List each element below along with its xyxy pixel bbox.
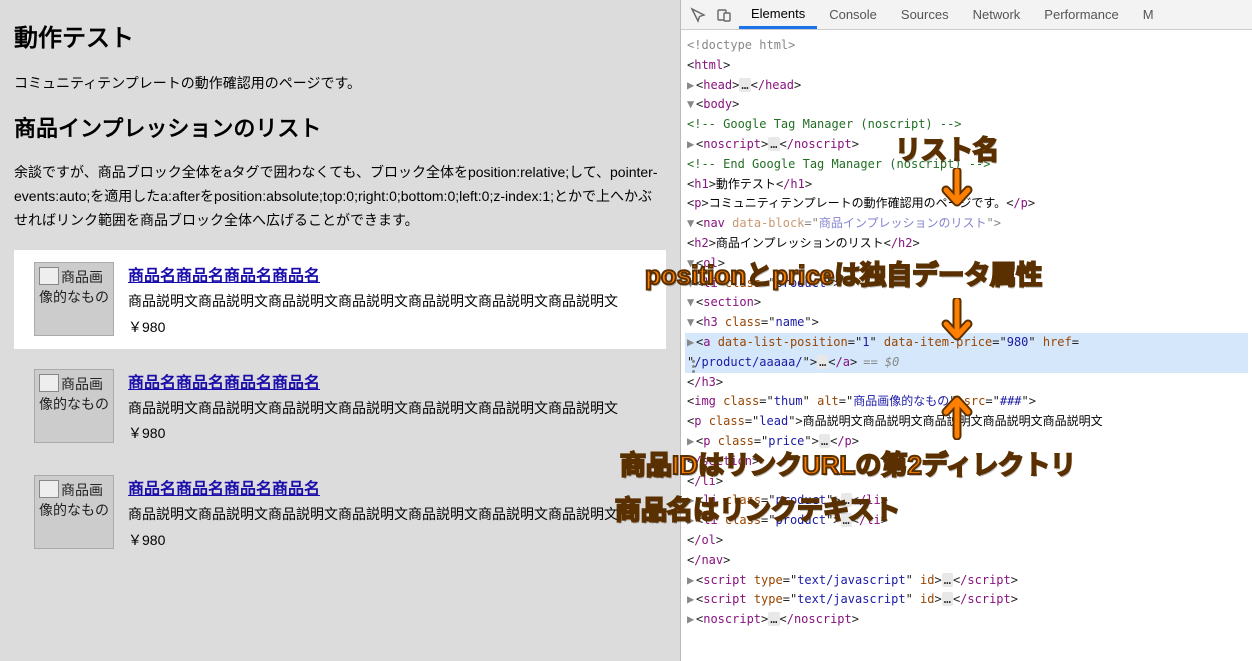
product-thumbnail: 商品画像的なもの	[34, 262, 114, 336]
device-toggle-icon[interactable]	[713, 4, 735, 26]
dom-row-li-close[interactable]: </li>	[685, 472, 1248, 492]
product-item: 商品画像的なもの 商品名商品名商品名商品名 商品説明文商品説明文商品説明文商品説…	[14, 250, 666, 348]
dom-row-ol[interactable]: ▼<ol>	[685, 254, 1248, 274]
product-body: 商品名商品名商品名商品名 商品説明文商品説明文商品説明文商品説明文商品説明文商品…	[128, 262, 646, 336]
product-item: 商品画像的なもの 商品名商品名商品名商品名 商品説明文商品説明文商品説明文商品説…	[14, 357, 666, 455]
devtools-tabs: Elements Console Sources Network Perform…	[739, 0, 1166, 29]
product-name: 商品名商品名商品名商品名	[128, 369, 646, 393]
product-description: 商品説明文商品説明文商品説明文商品説明文商品説明文商品説明文商品説明文	[128, 290, 646, 312]
dom-row-p-lead[interactable]: <p class="lead">商品説明文商品説明文商品説明文商品説明文商品説明…	[685, 412, 1248, 432]
product-name: 商品名商品名商品名商品名	[128, 262, 646, 286]
product-description: 商品説明文商品説明文商品説明文商品説明文商品説明文商品説明文商品説明文	[128, 397, 646, 419]
product-body: 商品名商品名商品名商品名 商品説明文商品説明文商品説明文商品説明文商品説明文商品…	[128, 475, 646, 549]
dom-row-html[interactable]: <html>	[685, 56, 1248, 76]
dom-row-p-price[interactable]: ▶<p class="price">…</p>	[685, 432, 1248, 452]
section-paragraph: 余談ですが、商品ブロック全体をaタグで囲わなくても、ブロック全体をpositio…	[14, 161, 666, 232]
devtools-toolbar: Elements Console Sources Network Perform…	[681, 0, 1252, 30]
dom-row-a-selected[interactable]: ▶<a data-list-position="1" data-item-pri…	[685, 333, 1248, 353]
dom-row-h3-close[interactable]: </h3>	[685, 373, 1248, 393]
tab-sources[interactable]: Sources	[889, 0, 961, 29]
product-thumbnail: 商品画像的なもの	[34, 369, 114, 443]
page-description: コミュニティテンプレートの動作確認用のページです。	[14, 73, 666, 93]
dom-row-section[interactable]: ▼<section>	[685, 293, 1248, 313]
product-price: ￥980	[128, 530, 646, 550]
product-link[interactable]: 商品名商品名商品名商品名	[128, 375, 320, 392]
product-link[interactable]: 商品名商品名商品名商品名	[128, 268, 320, 285]
tab-network[interactable]: Network	[961, 0, 1033, 29]
dom-row-noscript[interactable]: ▶<noscript>…</noscript>	[685, 135, 1248, 155]
tab-more[interactable]: M	[1131, 0, 1166, 29]
product-body: 商品名商品名商品名商品名 商品説明文商品説明文商品説明文商品説明文商品説明文商品…	[128, 369, 646, 443]
page-title: 動作テスト	[14, 18, 666, 53]
dom-row-img[interactable]: <img class="thum" alt="商品画像的なもの" src="##…	[685, 392, 1248, 412]
dom-row-script[interactable]: ▶<script type="text/javascript" id>…</sc…	[685, 571, 1248, 591]
product-thumbnail: 商品画像的なもの	[34, 475, 114, 549]
dom-row-li[interactable]: ▼<li class="product">	[685, 274, 1248, 294]
gutter-dots-icon	[684, 360, 702, 373]
dom-row-head[interactable]: ▶<head>…</head>	[685, 76, 1248, 96]
dom-row-body[interactable]: ▼<body>	[685, 95, 1248, 115]
product-item: 商品画像的なもの 商品名商品名商品名商品名 商品説明文商品説明文商品説明文商品説…	[14, 463, 666, 561]
product-price: ￥980	[128, 423, 646, 443]
dom-row-h2[interactable]: <h2>商品インプレッションのリスト</h2>	[685, 234, 1248, 254]
product-list: 商品画像的なもの 商品名商品名商品名商品名 商品説明文商品説明文商品説明文商品説…	[14, 250, 666, 561]
dom-row-li[interactable]: ▶<li class="product">…</li>	[685, 511, 1248, 531]
tab-elements[interactable]: Elements	[739, 0, 817, 29]
dom-row-nav[interactable]: ▼<nav data-block="商品インプレッションのリスト">	[685, 214, 1248, 234]
tab-console[interactable]: Console	[817, 0, 889, 29]
inspect-icon[interactable]	[687, 4, 709, 26]
product-link[interactable]: 商品名商品名商品名商品名	[128, 481, 320, 498]
devtools-panel: Elements Console Sources Network Perform…	[680, 0, 1252, 661]
dom-row-h3[interactable]: ▼<h3 class="name">	[685, 313, 1248, 333]
dom-row-doctype[interactable]: <!doctype html>	[685, 36, 1248, 56]
tab-performance[interactable]: Performance	[1032, 0, 1130, 29]
dom-row-li[interactable]: ▶<li class="product">…</li>	[685, 491, 1248, 511]
dom-row-h1[interactable]: <h1>動作テスト</h1>	[685, 175, 1248, 195]
dom-tree[interactable]: <!doctype html> <html> ▶<head>…</head> ▼…	[681, 30, 1252, 661]
product-name: 商品名商品名商品名商品名	[128, 475, 646, 499]
dom-row-section-close[interactable]: </section>	[685, 452, 1248, 472]
dom-row-comment[interactable]: <!-- Google Tag Manager (noscript) -->	[685, 115, 1248, 135]
product-description: 商品説明文商品説明文商品説明文商品説明文商品説明文商品説明文商品説明文	[128, 503, 646, 525]
product-price: ￥980	[128, 317, 646, 337]
dom-row-p[interactable]: <p>コミュニティテンプレートの動作確認用のページです。</p>	[685, 194, 1248, 214]
section-heading: 商品インプレッションのリスト	[14, 111, 666, 143]
webpage-pane: 動作テスト コミュニティテンプレートの動作確認用のページです。 商品インプレッシ…	[0, 0, 680, 661]
dom-row-script[interactable]: ▶<script type="text/javascript" id>…</sc…	[685, 590, 1248, 610]
dom-row-comment[interactable]: <!-- End Google Tag Manager (noscript) -…	[685, 155, 1248, 175]
dom-row-nav-close[interactable]: </nav>	[685, 551, 1248, 571]
dom-row-ol-close[interactable]: </ol>	[685, 531, 1248, 551]
dom-row-a-selected-2[interactable]: "/product/aaaaa/">…</a>== $0	[685, 353, 1248, 373]
dom-row-noscript[interactable]: ▶<noscript>…</noscript>	[685, 610, 1248, 630]
